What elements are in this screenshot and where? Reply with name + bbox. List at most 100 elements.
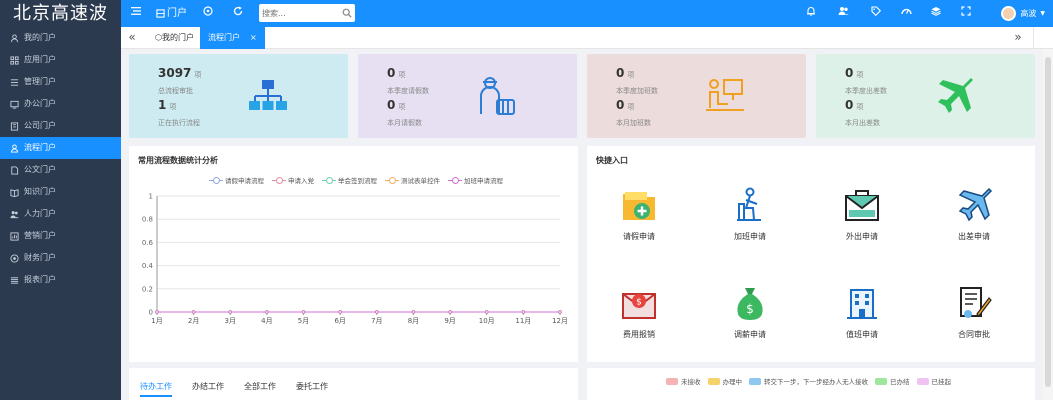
stat-icon-0 xyxy=(249,80,287,110)
status-label: 转交下一步，下一步经办人无人接收 xyxy=(764,378,868,386)
data-point xyxy=(448,310,452,314)
tab-home[interactable]: ⬡我的门户 xyxy=(147,27,202,49)
quick-entry-1[interactable]: 加班申请 xyxy=(710,186,790,242)
search-icon[interactable] xyxy=(342,8,352,18)
stat-unit: 项 xyxy=(627,103,635,111)
work-tab-2[interactable]: 全部工作 xyxy=(244,381,276,392)
sidebar-item-4[interactable]: 公司门户 xyxy=(0,115,121,137)
sidebar-item-1[interactable]: 应用门户 xyxy=(0,49,121,71)
x-tick-label: 6月 xyxy=(334,317,345,325)
scrollbar[interactable] xyxy=(1043,49,1053,400)
x-tick-label: 7月 xyxy=(371,317,382,325)
x-tick-label: 1月 xyxy=(151,317,162,325)
layers-icon[interactable] xyxy=(929,0,943,27)
scroll-left-icon[interactable]: « xyxy=(125,27,139,54)
tag-icon[interactable] xyxy=(869,0,883,27)
monitor-icon xyxy=(10,100,19,109)
users-icon xyxy=(10,210,19,218)
airplane-icon xyxy=(958,187,993,222)
data-point xyxy=(411,310,416,314)
user-flow-icon xyxy=(10,143,19,153)
search-input[interactable] xyxy=(259,4,339,22)
work-tab-1[interactable]: 办结工作 xyxy=(192,381,224,392)
duty-building-icon xyxy=(847,289,877,319)
tab-current[interactable]: 流程门户 × xyxy=(200,27,265,49)
sidebar-item-8[interactable]: 人力门户 xyxy=(0,203,121,225)
stat-card-1: 0 项本季度请假数 0 项本月请假数 xyxy=(358,54,577,138)
user-icon xyxy=(10,33,19,42)
portal-label: 门户 xyxy=(167,8,187,19)
stat-icon-3 xyxy=(938,78,973,113)
quick-entry-4[interactable]: $ 费用报销 xyxy=(599,284,679,340)
y-tick-label: 1 xyxy=(149,193,153,201)
user-menu[interactable]: 高波 ▼ xyxy=(1001,0,1045,27)
leave-folder-icon xyxy=(623,192,655,220)
dashboard-icon[interactable] xyxy=(899,0,913,27)
sidebar-item-9[interactable]: 营销门户 xyxy=(0,225,121,247)
sidebar-item-0[interactable]: 我的门户 xyxy=(0,27,121,49)
stat-secondary-value: 0 xyxy=(616,98,625,112)
quick-entry-label: 费用报销 xyxy=(623,330,655,339)
sidebar-item-label: 办公门户 xyxy=(24,99,56,108)
quick-entry-0[interactable]: 请假申请 xyxy=(599,186,679,242)
finance-icon xyxy=(10,253,19,263)
building-icon xyxy=(10,121,19,131)
stat-secondary-value: 1 xyxy=(158,98,167,112)
line-chart: 00.20.40.60.811月 2月 3月 4月 5月 6月 7月 8月 9月 10月 11月 12… xyxy=(142,193,568,326)
y-tick-label: 0 xyxy=(149,309,153,317)
caret-down-icon: ▼ xyxy=(1040,10,1045,17)
compass-icon[interactable] xyxy=(201,0,215,27)
bell-icon[interactable] xyxy=(804,0,818,27)
status-color-swatch xyxy=(749,377,761,385)
stat-unit: 项 xyxy=(627,71,635,79)
status-color-swatch xyxy=(707,377,720,385)
scroll-right-icon[interactable]: » xyxy=(1011,27,1025,54)
stat-secondary-label: 本月出差数 xyxy=(845,119,880,127)
sidebar-item-3[interactable]: 办公门户 xyxy=(0,93,121,115)
work-tab-3[interactable]: 委托工作 xyxy=(296,381,328,392)
svg-text:$: $ xyxy=(746,302,754,316)
stat-secondary-value: 0 xyxy=(387,98,396,112)
close-icon[interactable]: × xyxy=(250,33,257,42)
quick-entry-label: 请假申请 xyxy=(623,232,655,241)
data-point xyxy=(338,310,342,314)
quick-entry-2[interactable]: 外出申请 xyxy=(822,186,902,242)
x-tick-label: 3月 xyxy=(225,317,236,325)
sidebar-item-5[interactable]: 流程门户 xyxy=(0,137,121,159)
stat-secondary-label: 本月加班数 xyxy=(616,119,651,127)
quick-entry-5[interactable]: $ 调薪申请 xyxy=(710,284,790,340)
briefcase-icon xyxy=(845,190,879,221)
x-tick-label: 4月 xyxy=(261,317,272,325)
tab-home-label: 我的门户 xyxy=(161,33,194,42)
quick-entry-3[interactable]: 出差申请 xyxy=(934,186,1014,242)
sidebar-item-2[interactable]: 管理门户 xyxy=(0,71,121,93)
sidebar-item-10[interactable]: 财务门户 xyxy=(0,247,121,269)
data-point xyxy=(191,310,196,314)
refresh-icon[interactable] xyxy=(231,0,245,27)
users-icon[interactable] xyxy=(836,0,850,27)
stat-secondary: 1项 xyxy=(158,98,176,112)
scrollbar-thumb[interactable] xyxy=(1045,57,1051,387)
data-point xyxy=(301,310,306,314)
quick-entry-6[interactable]: 值班申请 xyxy=(822,284,902,340)
book-icon xyxy=(10,188,19,197)
stat-secondary-label: 本月请假数 xyxy=(387,119,422,127)
stat-unit: 项 xyxy=(169,103,177,111)
portal-button[interactable]: 门户 xyxy=(156,0,188,27)
expense-envelope-icon: $ xyxy=(622,293,656,319)
data-point xyxy=(375,310,379,314)
stat-unit: 项 xyxy=(398,71,406,79)
fullscreen-icon[interactable] xyxy=(959,0,973,27)
work-tab-0[interactable]: 待办工作 xyxy=(140,381,172,397)
portal-icon xyxy=(156,9,165,18)
chart-panel: 常用流程数据统计分析 请假申请流程 申请入党 举会签到流程 测试表单控件 加班申请流程 … xyxy=(129,146,578,362)
sidebar-item-11[interactable]: 报表门户 xyxy=(0,269,121,291)
stat-card-3: 0 项本季度出差数 0 项本月出差数 xyxy=(816,54,1035,138)
quick-entry-7[interactable]: 合同审批 xyxy=(934,284,1014,340)
status-legend-item: 未接收 xyxy=(666,376,701,386)
quick-entry-label: 加班申请 xyxy=(734,232,766,241)
sidebar-item-7[interactable]: 知识门户 xyxy=(0,181,121,203)
menu-toggle-icon[interactable] xyxy=(129,0,143,27)
sidebar-item-6[interactable]: 公文门户 xyxy=(0,159,121,181)
stat-icon-1 xyxy=(480,77,515,115)
